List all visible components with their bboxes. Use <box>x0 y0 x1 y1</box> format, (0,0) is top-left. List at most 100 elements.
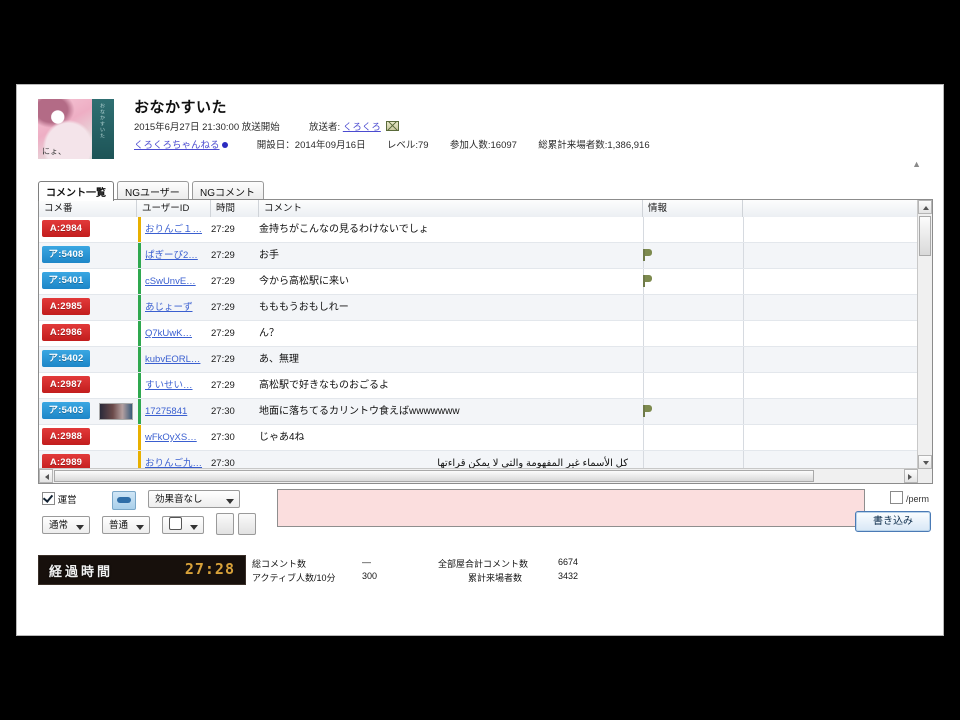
info-flag-icon <box>643 249 652 261</box>
scroll-right-icon[interactable] <box>904 469 918 483</box>
row-status-bar <box>138 269 141 294</box>
table-row[interactable]: ア:5408 ぱぎーぴ2… 27:29 お手 <box>39 243 932 269</box>
tab-ng-comments[interactable]: NGコメント <box>192 181 264 200</box>
stat-allroom-comments-label: 全部屋合計コメント数 <box>438 559 529 569</box>
shape-select-wrap[interactable] <box>162 516 204 534</box>
horizontal-scroll-thumb[interactable] <box>54 470 814 482</box>
broadcast-datetime: 2015年6月27日 21:30:00 放送開始 <box>134 122 280 133</box>
table-row[interactable]: A:2987 すいせい… 27:29 高松駅で好きなものおごるよ <box>39 373 932 399</box>
table-row[interactable]: ア:5403 17275841 27:30 地面に落ちてるカリントウ食えばwwwwww… <box>39 399 932 425</box>
scroll-left-icon[interactable] <box>39 469 53 483</box>
stat-active-users-label: アクティブ人数/10分 <box>252 573 336 583</box>
comment-no-cell: ア:5401 <box>39 269 93 294</box>
sound-effect-select-wrap[interactable]: 効果音なし <box>148 490 240 508</box>
comment-input-wrap[interactable] <box>277 489 865 527</box>
table-row[interactable]: A:2985 あじょーず 27:29 もももうおもしれー <box>39 295 932 321</box>
checkbox-tool-icon[interactable] <box>216 513 234 535</box>
comment-text-cell: あ、無理 <box>259 354 299 365</box>
thumbnail-caption: にょ、 <box>42 147 66 156</box>
time-cell: 27:29 <box>211 224 235 235</box>
channel-link[interactable]: くろくろちゃんねる <box>134 140 220 151</box>
thumbnail-side-strip: おなかすいた <box>92 99 114 159</box>
table-row[interactable]: A:2988 wFkOyXS… 27:30 じゃあ4ね <box>39 425 932 451</box>
scrollbar-corner <box>918 469 932 483</box>
user-thumb-cell <box>95 321 137 346</box>
comment-no-badge: A:2984 <box>42 220 90 237</box>
screenshot-stage: おなかすいた にょ、 おなかすいた 2015年6月27日 21:30:00 放送… <box>0 0 960 720</box>
comment-text-cell: じゃあ4ね <box>259 432 305 443</box>
broadcast-thumbnail[interactable]: おなかすいた にょ、 <box>38 99 114 159</box>
grid-vertical-scrollbar[interactable] <box>917 200 932 469</box>
column-header-comment[interactable]: コメント <box>259 200 643 217</box>
color-picker-button[interactable] <box>112 491 136 513</box>
table-row[interactable]: ア:5401 cSwUnvE… 27:29 今から高松駅に来い <box>39 269 932 295</box>
user-thumb-cell <box>95 217 137 242</box>
unei-checkbox[interactable] <box>42 492 55 505</box>
toggle-b-button[interactable] <box>238 513 256 538</box>
user-id-link[interactable]: Q7kUwK… <box>145 328 192 339</box>
comment-no-cell: ア:5403 <box>39 399 93 424</box>
time-cell: 27:29 <box>211 328 235 339</box>
comment-no-badge: ア:5402 <box>42 350 90 367</box>
user-id-link[interactable]: wFkOyXS… <box>145 432 197 443</box>
size-select-wrap[interactable]: 普通 <box>102 516 150 534</box>
elapsed-time-box: 経過時間 27:28 <box>38 555 246 585</box>
size-select[interactable]: 普通 <box>102 516 150 534</box>
user-id-link[interactable]: 17275841 <box>145 406 187 417</box>
comment-input[interactable] <box>278 490 864 526</box>
perm-label: /perm <box>905 494 929 504</box>
broadcaster-link[interactable]: くろくろ <box>343 122 381 133</box>
mode-select[interactable]: 通常 <box>42 516 90 534</box>
stat-allroom-comments-value: 6674 <box>558 557 579 567</box>
palette-icon[interactable] <box>112 491 136 510</box>
column-header-time[interactable]: 時間 <box>211 200 259 217</box>
perm-checkbox-wrap[interactable]: /perm <box>890 491 929 504</box>
row-status-bar <box>138 399 141 424</box>
mode-select-wrap[interactable]: 通常 <box>42 516 90 534</box>
broadcaster-label: 放送者: <box>309 122 341 133</box>
grid-body[interactable]: A:2984 おりんご１… 27:29 金持ちがこんなの見るわけないでしょア:5408… <box>39 217 932 483</box>
comment-no-cell: A:2988 <box>39 425 93 450</box>
tab-ng-users[interactable]: NGユーザー <box>117 181 189 200</box>
shape-select[interactable] <box>162 516 204 534</box>
status-bar: 経過時間 27:28 総コメント数 ― 全部屋合計コメント数 6674 アクティ… <box>38 555 933 595</box>
table-row[interactable]: ア:5402 kubvEORL… 27:29 あ、無理 <box>39 347 932 373</box>
column-header-user-id[interactable]: ユーザーID <box>137 200 211 217</box>
comment-no-badge: ア:5401 <box>42 272 90 289</box>
perm-checkbox[interactable] <box>890 491 904 504</box>
scroll-down-icon[interactable] <box>918 455 932 469</box>
user-id-link[interactable]: cSwUnvE… <box>145 276 196 287</box>
user-thumb-cell <box>95 373 137 398</box>
user-thumb-cell <box>95 243 137 268</box>
sound-effect-select[interactable]: 効果音なし <box>148 490 240 508</box>
mail-icon[interactable] <box>386 121 400 131</box>
column-header-comment-no[interactable]: コメ番 <box>39 200 137 217</box>
stat-cumulative-visitors-value: 3432 <box>558 571 579 581</box>
user-avatar <box>99 403 133 420</box>
send-button[interactable]: 書き込み <box>855 511 931 532</box>
scroll-up-icon[interactable] <box>918 200 932 214</box>
row-status-bar <box>138 425 141 450</box>
unei-checkbox-wrap[interactable]: 運営 <box>42 492 77 506</box>
comment-text-cell: 金持ちがこんなの見るわけないでしょ <box>259 224 429 235</box>
vertical-scroll-thumb[interactable] <box>919 216 931 256</box>
collapse-header-icon[interactable]: ▲ <box>912 159 921 169</box>
time-cell: 27:29 <box>211 354 235 365</box>
keyboard-tool-icon[interactable] <box>238 513 256 535</box>
user-id-link[interactable]: すいせい… <box>145 380 193 391</box>
grid-horizontal-scrollbar[interactable] <box>39 468 918 483</box>
toggle-a-button[interactable] <box>216 513 234 538</box>
user-id-link[interactable]: kubvEORL… <box>145 354 200 365</box>
column-header-info[interactable]: 情報 <box>643 200 743 217</box>
total-visitor-count: 総累計来場者数:1,386,916 <box>538 140 650 151</box>
user-id-link[interactable]: あじょーず <box>145 302 193 313</box>
stat-cumulative-visitors-label: 累計来場者数 <box>468 573 523 583</box>
table-row[interactable]: A:2986 Q7kUwK… 27:29 ん？ <box>39 321 932 347</box>
user-id-link[interactable]: ぱぎーぴ2… <box>145 250 198 261</box>
tab-comment-list[interactable]: コメント一覧 <box>38 181 114 201</box>
row-status-bar <box>138 243 141 268</box>
comment-text-cell: 高松駅で好きなものおごるよ <box>259 380 389 391</box>
table-row[interactable]: A:2984 おりんご１… 27:29 金持ちがこんなの見るわけないでしょ <box>39 217 932 243</box>
user-id-cell: ぱぎーぴ2… <box>145 243 205 268</box>
user-id-link[interactable]: おりんご１… <box>145 224 202 235</box>
